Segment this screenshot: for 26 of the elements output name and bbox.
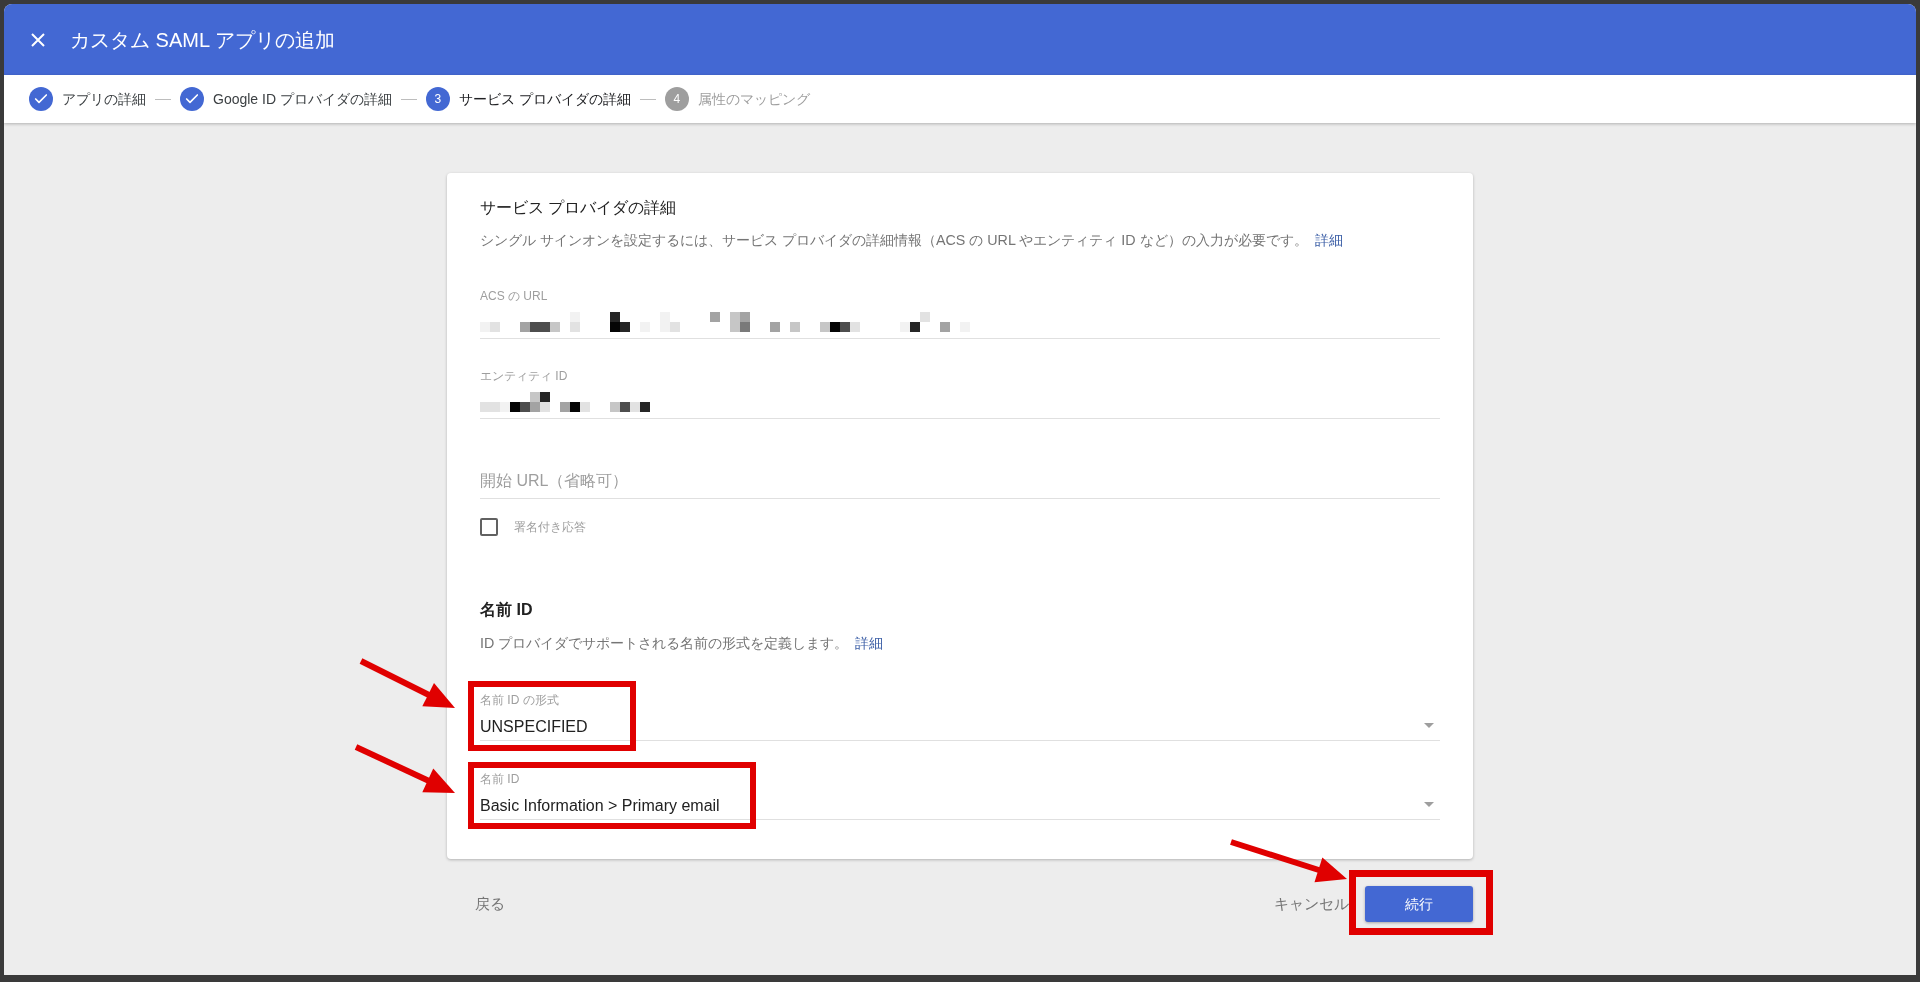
details-link[interactable]: 詳細 — [1314, 230, 1343, 250]
window-title: カスタム SAML アプリの追加 — [70, 27, 335, 53]
dropdown-caret-icon — [1424, 723, 1434, 728]
dropdown-caret-icon — [1424, 802, 1434, 807]
step-label: サービス プロバイダの詳細 — [458, 89, 631, 109]
section-description: シングル サインオンを設定するには、サービス プロバイダの詳細情報（ACS の URL やエンティティ ID など）の入力が必要です。 — [480, 231, 1308, 250]
back-button[interactable]: 戻る — [459, 886, 521, 922]
step-number: 4 — [664, 87, 689, 111]
checkbox-label: 署名付き応答 — [514, 519, 586, 536]
text-field[interactable]: ACS の URL — [480, 286, 1440, 339]
text-field[interactable]: エンティティ ID — [480, 366, 1440, 419]
text-input-field[interactable]: 開始 URL（省略可） — [480, 464, 1440, 499]
checkbox[interactable] — [480, 518, 498, 536]
section-title: サービス プロバイダの詳細 — [480, 198, 678, 218]
dropdown-field[interactable]: 名前 ID の形式 UNSPECIFIED — [480, 690, 1440, 741]
cancel-button[interactable]: キャンセル — [1258, 886, 1365, 922]
dropdown-field[interactable]: 名前 ID Basic Information > Primary email — [480, 769, 1440, 820]
section-title: 名前 ID — [480, 600, 534, 620]
continue-button[interactable]: 続行 — [1365, 886, 1473, 922]
step-label: アプリの詳細 — [62, 89, 146, 109]
close-icon[interactable] — [31, 32, 45, 47]
step-number: 3 — [425, 87, 450, 111]
step-label: Google ID プロバイダの詳細 — [213, 89, 392, 109]
section-description: ID プロバイダでサポートされる名前の形式を定義します。 — [480, 634, 849, 653]
step-label: 属性のマッピング — [697, 89, 810, 109]
details-link[interactable]: 詳細 — [855, 633, 884, 653]
